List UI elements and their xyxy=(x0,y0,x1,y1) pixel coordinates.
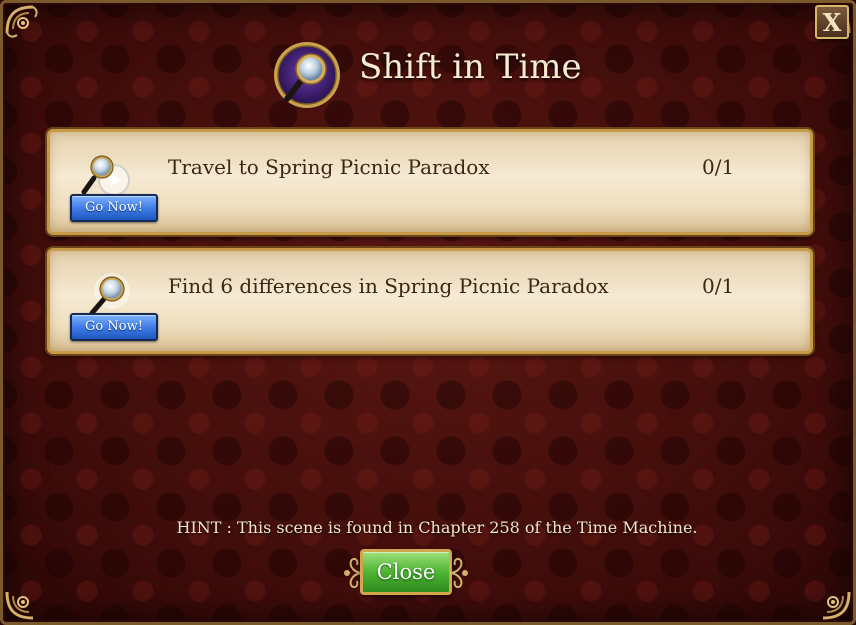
task-progress: 0/1 xyxy=(702,155,735,179)
go-now-button[interactable]: Go Now! xyxy=(70,313,158,341)
task-description: Travel to Spring Picnic Paradox xyxy=(168,155,490,179)
hint-text: HINT : This scene is found in Chapter 25… xyxy=(176,518,698,537)
task-card: Go Now! Travel to Spring Picnic Paradox … xyxy=(47,129,813,235)
close-button-group: Close xyxy=(341,545,471,599)
go-now-button[interactable]: Go Now! xyxy=(70,194,158,222)
task-description: Find 6 differences in Spring Picnic Para… xyxy=(168,274,609,298)
corner-ornament-icon xyxy=(822,591,851,620)
corner-ornament-icon xyxy=(5,591,34,620)
corner-ornament-icon xyxy=(5,5,38,38)
close-button[interactable]: Close xyxy=(360,549,452,595)
flourish-icon xyxy=(448,557,468,589)
magnifying-glass-icon xyxy=(274,42,340,108)
task-card: Go Now! Find 6 differences in Spring Pic… xyxy=(47,248,813,354)
close-x-button[interactable]: X xyxy=(815,5,849,39)
quest-dialog: X Shift in Time Go Now! Travel to Spring… xyxy=(0,0,856,625)
dialog-title: Shift in Time xyxy=(359,47,582,87)
task-progress: 0/1 xyxy=(702,274,735,298)
